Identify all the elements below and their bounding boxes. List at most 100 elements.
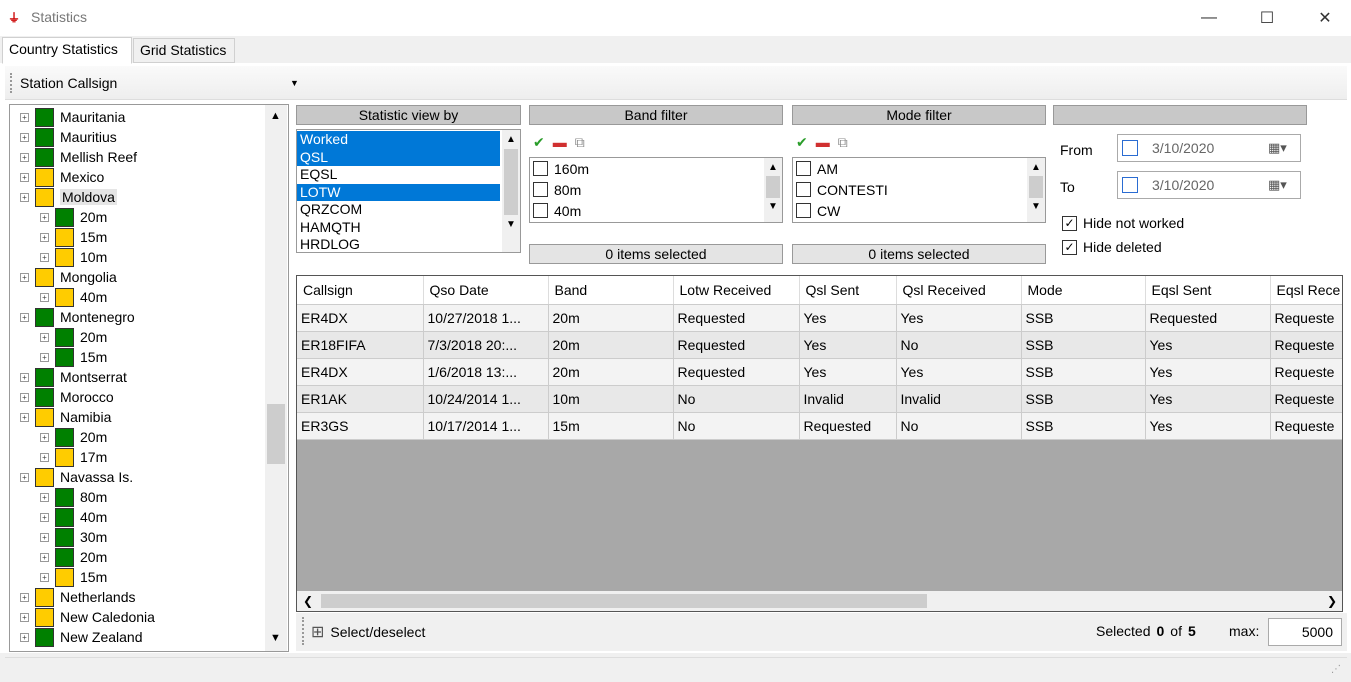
expand-icon[interactable]: +: [20, 612, 29, 622]
uncheck-all-icon[interactable]: ▬: [816, 134, 830, 150]
calendar-icon[interactable]: ▦▾: [1268, 177, 1287, 193]
band-filter-item[interactable]: 80m: [530, 179, 762, 200]
band-filter-scrollbar[interactable]: ▲ ▼: [764, 158, 782, 222]
expand-icon[interactable]: +: [20, 172, 29, 182]
tree-item[interactable]: +20m: [40, 427, 107, 447]
tree-item[interactable]: +15m: [40, 567, 107, 587]
tree-item[interactable]: +40m: [40, 287, 107, 307]
statview-item[interactable]: HRDLOG: [297, 236, 500, 252]
column-header[interactable]: Eqsl Rece: [1270, 276, 1342, 305]
statview-scrollbar[interactable]: ▲ ▼: [502, 130, 520, 252]
column-header[interactable]: Mode: [1021, 276, 1146, 305]
expand-icon[interactable]: +: [20, 112, 29, 122]
expand-icon[interactable]: +: [20, 312, 29, 322]
scroll-up-icon[interactable]: ▲: [764, 162, 782, 173]
expand-icon[interactable]: +: [40, 532, 49, 542]
expand-icon[interactable]: +: [40, 292, 49, 302]
expand-icon[interactable]: +: [20, 392, 29, 402]
expand-icon[interactable]: +: [20, 272, 29, 282]
tree-item[interactable]: +40m: [40, 507, 107, 527]
expand-icon[interactable]: +: [20, 192, 29, 202]
tree-item[interactable]: + Mauritius: [20, 127, 117, 147]
maximize-button[interactable]: ☐: [1238, 0, 1296, 36]
column-header[interactable]: Qso Date: [423, 276, 549, 305]
statview-list[interactable]: ▲ ▼ Worked QSL EQSL LOTW QRZCOM HAMQTH HRDLOG: [296, 129, 521, 253]
minimize-button[interactable]: —: [1180, 0, 1238, 36]
close-button[interactable]: ✕: [1296, 0, 1351, 36]
expand-icon[interactable]: +: [20, 132, 29, 142]
tree-item[interactable]: + Morocco: [20, 387, 114, 407]
expand-icon[interactable]: +: [40, 512, 49, 522]
band-filter-list[interactable]: ▲ ▼ 160m 80m 40m: [529, 157, 783, 223]
scroll-left-icon[interactable]: ❮: [303, 594, 313, 608]
tree-item[interactable]: + Mauritania: [20, 107, 125, 127]
expand-icon[interactable]: +: [20, 152, 29, 162]
table-row[interactable]: ER18FIFA 7/3/2018 20:... 20m Requested Yes No…: [297, 331, 1342, 359]
hide-deleted-checkbox[interactable]: ✓: [1062, 239, 1077, 255]
band-filter-checkbox[interactable]: [533, 161, 548, 176]
expand-icon[interactable]: +: [40, 452, 49, 462]
scroll-up-icon[interactable]: ▲: [502, 134, 520, 145]
expand-icon[interactable]: +: [40, 332, 49, 342]
expand-icon[interactable]: +: [40, 492, 49, 502]
uncheck-all-icon[interactable]: ▬: [553, 134, 567, 150]
statview-scroll-thumb[interactable]: [504, 149, 518, 215]
column-header[interactable]: Qsl Received: [896, 276, 1022, 305]
qso-grid[interactable]: Callsign Qso Date Band Lotw Received Qsl Sen…: [296, 275, 1343, 612]
statview-item[interactable]: Worked: [297, 131, 500, 149]
tree-item[interactable]: + Netherlands: [20, 587, 136, 607]
expand-icon[interactable]: +: [40, 232, 49, 242]
expand-icon[interactable]: +: [40, 572, 49, 582]
expand-icon[interactable]: +: [20, 472, 29, 482]
tree-item[interactable]: + Mongolia: [20, 267, 117, 287]
from-date-field[interactable]: 3/10/2020 ▦▾: [1117, 134, 1301, 162]
mode-scroll-thumb[interactable]: [1029, 176, 1043, 198]
calendar-icon[interactable]: ▦▾: [1268, 140, 1287, 156]
to-date-checkbox[interactable]: [1122, 177, 1138, 193]
mode-filter-checkbox[interactable]: [796, 161, 811, 176]
hide-deleted-option[interactable]: ✓ Hide deleted: [1062, 239, 1162, 255]
hide-not-worked-checkbox[interactable]: ✓: [1062, 215, 1077, 231]
column-header[interactable]: Eqsl Sent: [1145, 276, 1271, 305]
column-header[interactable]: Qsl Sent: [799, 276, 897, 305]
band-filter-checkbox[interactable]: [533, 203, 548, 218]
expand-icon[interactable]: +: [40, 552, 49, 562]
to-date-field[interactable]: 3/10/2020 ▦▾: [1117, 171, 1301, 199]
tree-item[interactable]: + Moldova: [20, 187, 117, 207]
band-filter-item[interactable]: 40m: [530, 200, 762, 221]
expand-icon[interactable]: +: [40, 252, 49, 262]
tree-item[interactable]: + Montenegro: [20, 307, 135, 327]
tab-country-statistics[interactable]: Country Statistics: [2, 37, 132, 64]
scroll-down-icon[interactable]: ▼: [1027, 201, 1045, 212]
from-date-checkbox[interactable]: [1122, 140, 1138, 156]
mode-filter-checkbox[interactable]: [796, 203, 811, 218]
scroll-down-icon[interactable]: ▼: [764, 201, 782, 212]
mode-filter-item[interactable]: CONTESTI: [793, 179, 1025, 200]
expand-icon[interactable]: +: [20, 372, 29, 382]
statview-item[interactable]: LOTW: [297, 183, 500, 201]
table-row[interactable]: ER4DX 1/6/2018 13:... 20m Requested Yes Yes SS…: [297, 358, 1342, 386]
select-deselect-button[interactable]: ⊞ Select/deselect: [311, 622, 425, 642]
mode-filter-list[interactable]: ▲ ▼ AM CONTESTI CW: [792, 157, 1046, 223]
tree-item[interactable]: +10m: [40, 247, 107, 267]
column-header[interactable]: Band: [548, 276, 674, 305]
scroll-down-icon[interactable]: ▼: [270, 632, 281, 644]
tree-item[interactable]: +15m: [40, 347, 107, 367]
statview-item[interactable]: HAMQTH: [297, 219, 500, 237]
tree-item[interactable]: + Navassa Is.: [20, 467, 133, 487]
expand-icon[interactable]: +: [40, 212, 49, 222]
tree-item[interactable]: + Mexico: [20, 167, 104, 187]
copy-icon[interactable]: ⧉: [838, 134, 848, 151]
hide-not-worked-option[interactable]: ✓ Hide not worked: [1062, 215, 1184, 231]
scroll-up-icon[interactable]: ▲: [270, 110, 281, 122]
resize-grip-icon[interactable]: ⋰: [1331, 664, 1341, 675]
grid-hscroll-thumb[interactable]: [321, 594, 927, 608]
tree-item[interactable]: + Mellish Reef: [20, 147, 137, 167]
expand-icon[interactable]: +: [40, 352, 49, 362]
mode-filter-checkbox[interactable]: [796, 182, 811, 197]
band-scroll-thumb[interactable]: [766, 176, 780, 198]
band-filter-item[interactable]: 160m: [530, 158, 762, 179]
tree-item[interactable]: +80m: [40, 487, 107, 507]
band-filter-checkbox[interactable]: [533, 182, 548, 197]
table-row[interactable]: ER1AK 10/24/2014 1... 10m No Invalid Invalid S…: [297, 385, 1342, 413]
